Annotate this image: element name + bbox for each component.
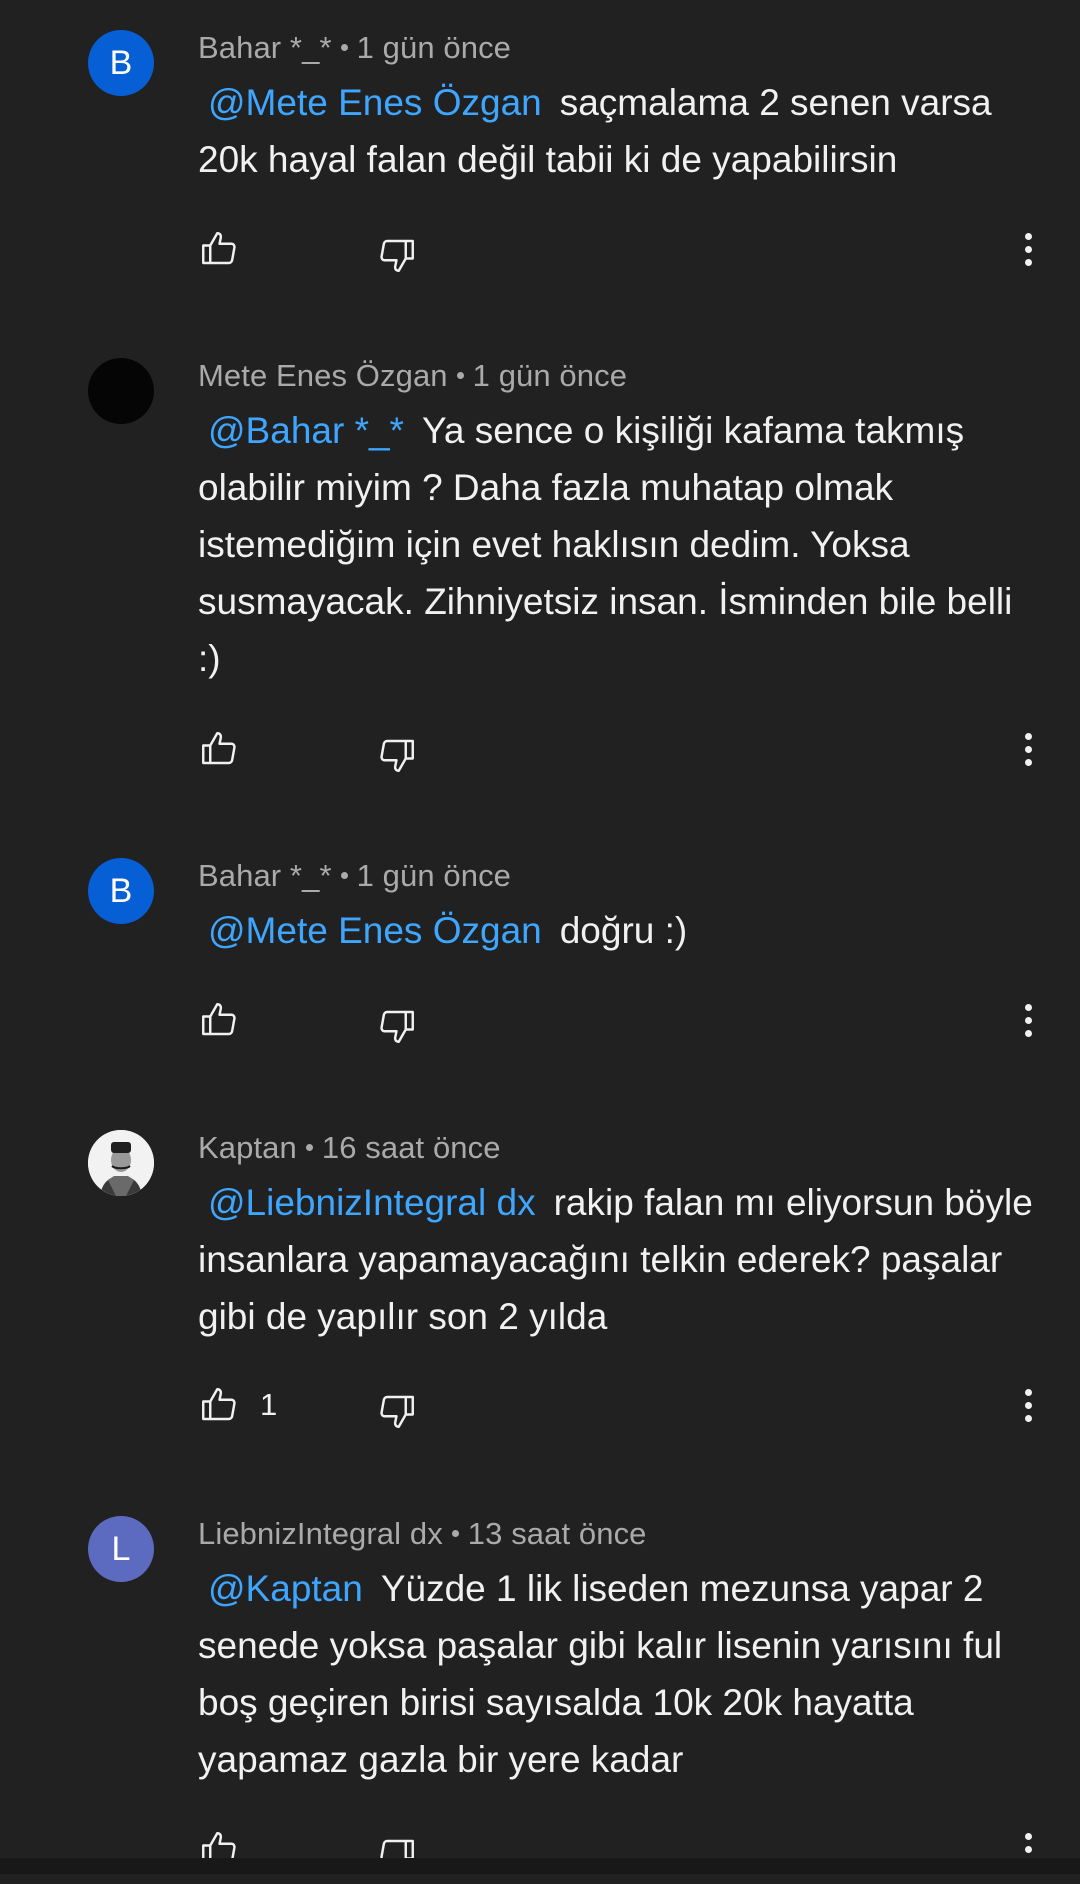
mention-link[interactable]: @Kaptan bbox=[208, 1568, 363, 1609]
dislike-button[interactable] bbox=[376, 1001, 418, 1051]
comment-text: @Mete Enes Özgan saçmalama 2 senen varsa … bbox=[198, 74, 1038, 188]
comment-meta: Kaptan 16 saat önce bbox=[198, 1130, 501, 1166]
separator-dot bbox=[340, 44, 348, 52]
more-vert-icon[interactable] bbox=[1018, 1380, 1038, 1430]
profile-photo-icon bbox=[88, 1130, 154, 1196]
comment-actions: 1 bbox=[198, 1380, 1048, 1440]
comment-meta: Bahar *_* 1 gün önce bbox=[198, 30, 511, 66]
comment-time: 1 gün önce bbox=[356, 30, 512, 65]
comment-time: 16 saat önce bbox=[321, 1130, 501, 1165]
comment-time: 13 saat önce bbox=[467, 1516, 647, 1551]
mention-link[interactable]: @Mete Enes Özgan bbox=[208, 910, 542, 951]
like-button[interactable] bbox=[198, 224, 260, 274]
comment-actions bbox=[198, 1824, 1048, 1884]
comment-meta: LiebnizIntegral dx 13 saat önce bbox=[198, 1516, 647, 1552]
comment-text: @LiebnizIntegral dx rakip falan mı eliyor… bbox=[198, 1174, 1038, 1345]
thumb-down-icon bbox=[380, 1395, 414, 1428]
avatar-letter: B bbox=[109, 43, 133, 82]
thumb-up-icon bbox=[202, 1003, 236, 1036]
dislike-button[interactable] bbox=[376, 1386, 418, 1436]
comment-actions bbox=[198, 995, 1048, 1055]
thumb-down-icon bbox=[380, 239, 414, 272]
comment-actions bbox=[198, 224, 1048, 284]
comment-actions bbox=[198, 724, 1048, 784]
comment-text: @Bahar *_* Ya sence o kişiliği kafama tak… bbox=[198, 402, 1038, 687]
mention-link[interactable]: @Mete Enes Özgan bbox=[208, 82, 542, 123]
comment-meta: Bahar *_* 1 gün önce bbox=[198, 858, 511, 894]
avatar[interactable]: B bbox=[88, 858, 154, 924]
separator-dot bbox=[456, 372, 464, 380]
separator-dot bbox=[340, 872, 348, 880]
dislike-button[interactable] bbox=[376, 730, 418, 780]
like-button[interactable] bbox=[198, 724, 260, 774]
comment-body: doğru :) bbox=[559, 910, 688, 951]
like-button[interactable] bbox=[198, 995, 260, 1045]
avatar[interactable]: L bbox=[88, 1516, 154, 1582]
comment-text: @Mete Enes Özgan doğru :) bbox=[198, 902, 1038, 959]
avatar[interactable] bbox=[88, 358, 154, 424]
more-vert-icon[interactable] bbox=[1018, 995, 1038, 1045]
like-button[interactable]: 1 bbox=[198, 1380, 277, 1430]
bottom-edge bbox=[0, 1858, 1080, 1874]
author-name[interactable]: Kaptan bbox=[198, 1130, 297, 1165]
thumb-down-icon bbox=[380, 1010, 414, 1043]
more-vert-icon[interactable] bbox=[1018, 224, 1038, 274]
comment-time: 1 gün önce bbox=[356, 858, 512, 893]
avatar-letter: L bbox=[111, 1529, 131, 1568]
author-name[interactable]: LiebnizIntegral dx bbox=[198, 1516, 443, 1551]
separator-dot bbox=[451, 1530, 459, 1538]
like-count: 1 bbox=[260, 1387, 278, 1422]
mention-link[interactable]: @LiebnizIntegral dx bbox=[208, 1182, 536, 1223]
comment-time: 1 gün önce bbox=[472, 358, 628, 393]
author-name[interactable]: Bahar *_* bbox=[198, 858, 332, 893]
avatar-letter: B bbox=[109, 871, 133, 910]
comment-text: @Kaptan Yüzde 1 lik liseden mezunsa yapar… bbox=[198, 1560, 1038, 1788]
thumb-down-icon bbox=[380, 739, 414, 772]
avatar[interactable] bbox=[88, 1130, 154, 1196]
avatar[interactable]: B bbox=[88, 30, 154, 96]
mention-link[interactable]: @Bahar *_* bbox=[208, 410, 404, 451]
thumb-up-icon bbox=[202, 232, 236, 265]
dislike-button[interactable] bbox=[376, 230, 418, 280]
author-name[interactable]: Mete Enes Özgan bbox=[198, 358, 448, 393]
thumb-up-icon bbox=[202, 1388, 236, 1421]
author-name[interactable]: Bahar *_* bbox=[198, 30, 332, 65]
more-vert-icon[interactable] bbox=[1018, 724, 1038, 774]
separator-dot bbox=[305, 1144, 313, 1152]
comment-meta: Mete Enes Özgan 1 gün önce bbox=[198, 358, 627, 394]
thumb-up-icon bbox=[202, 732, 236, 765]
